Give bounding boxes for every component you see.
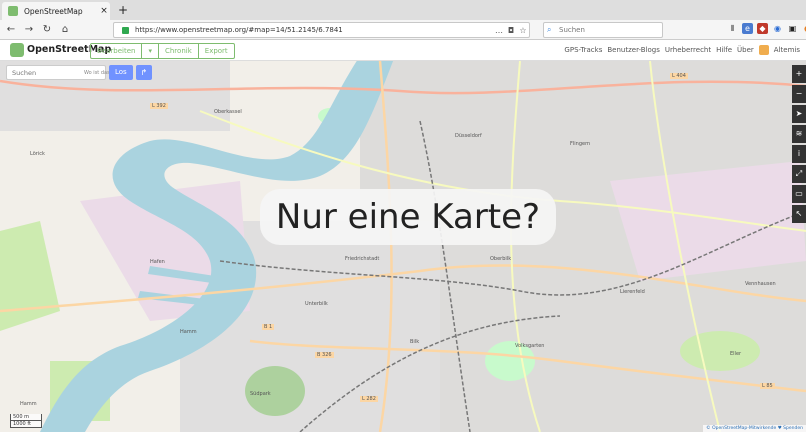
history-button[interactable]: Chronik <box>159 44 199 58</box>
zoom-out-icon[interactable]: − <box>792 85 806 103</box>
scale-metric: 500 m <box>10 414 42 421</box>
map-search-input[interactable] <box>10 67 84 78</box>
map-label: Oberbilk <box>490 256 512 262</box>
map-label: Lörick <box>30 151 45 157</box>
attribution[interactable]: © OpenStreetMap-Mitwirkende ♥ Spenden <box>703 425 806 432</box>
home-icon[interactable]: ⌂ <box>58 23 72 36</box>
locate-icon[interactable]: ➤ <box>792 105 806 123</box>
query-icon[interactable]: ↖ <box>792 205 806 223</box>
map-label: Eller <box>730 351 742 357</box>
back-icon[interactable]: ← <box>4 23 18 36</box>
legend-icon[interactable]: i <box>792 145 806 163</box>
close-tab-icon[interactable]: × <box>98 6 110 16</box>
osm-header: OpenStreetMap Bearbeiten ▾ Chronik Expor… <box>0 40 806 61</box>
reload-icon[interactable]: ↻ <box>40 23 54 36</box>
road-label: L 85 <box>760 383 775 389</box>
road-label: B 1 <box>262 324 275 330</box>
pocket-icon[interactable]: ◘ <box>505 26 517 35</box>
nav-about[interactable]: Über <box>737 46 754 54</box>
browser-search-bar[interactable]: ⌕ <box>543 22 663 38</box>
bookmark-star-icon[interactable]: ☆ <box>517 26 529 35</box>
map-label: Oberkassel <box>214 109 242 115</box>
nav-gps-traces[interactable]: GPS-Tracks <box>564 46 602 54</box>
welcome-banner[interactable]: Nur eine Karte? <box>260 189 556 245</box>
reader-icon[interactable]: ▣ <box>787 23 798 34</box>
more-icon[interactable]: … <box>493 26 505 35</box>
map-label: Unterbilk <box>305 301 328 307</box>
nav-copyright[interactable]: Urheberrecht <box>665 46 711 54</box>
map-search-panel: Wo ist das? Los ↱ <box>6 65 152 80</box>
new-tab-button[interactable]: + <box>116 3 130 17</box>
map-label: Volksgarten <box>515 343 545 349</box>
library-icon[interactable]: ⫴ <box>727 23 738 34</box>
scale-imperial: 1000 ft <box>10 421 42 428</box>
osm-nav-links: GPS-Tracks Benutzer-Blogs Urheberrecht H… <box>564 43 800 57</box>
map-label: Hamm <box>20 401 37 407</box>
tab-title: OpenStreetMap <box>24 6 83 16</box>
map-controls: + − ➤ ≋ i ⤢ ▭ ↖ <box>792 65 806 225</box>
zoom-in-icon[interactable]: + <box>792 65 806 83</box>
firefox-account-icon[interactable]: ● <box>802 23 806 34</box>
toolbar-icons: ⫴ e ◆ ◉ ▣ ● ≡ <box>727 23 806 34</box>
go-button[interactable]: Los <box>109 65 133 80</box>
lock-icon <box>122 26 129 34</box>
map-label: Flingern <box>570 141 591 147</box>
user-avatar[interactable] <box>758 45 769 55</box>
extension-icon[interactable]: e <box>742 23 753 34</box>
nav-help[interactable]: Hilfe <box>716 46 732 54</box>
user-menu[interactable]: Altemis <box>774 46 800 54</box>
url-bar[interactable]: https://www.openstreetmap.org/#map=14/51… <box>113 22 530 38</box>
map-label: Lierenfeld <box>620 289 645 295</box>
road-label: L 404 <box>670 73 688 79</box>
share-icon[interactable]: ⤢ <box>792 165 806 183</box>
map-label: Düsseldorf <box>455 133 482 139</box>
search-icon: ⌕ <box>547 25 552 34</box>
map-label: Bilk <box>410 339 420 345</box>
road-label: L 392 <box>150 103 168 109</box>
nav-user-diaries[interactable]: Benutzer-Blogs <box>607 46 660 54</box>
road-label: L 282 <box>360 396 378 402</box>
privacy-icon[interactable]: ◉ <box>772 23 783 34</box>
map-label: Friedrichstadt <box>345 256 380 262</box>
edit-button-group: Bearbeiten ▾ Chronik Export <box>90 43 235 59</box>
map-label: Vennhausen <box>745 281 776 287</box>
layers-icon[interactable]: ≋ <box>792 125 806 143</box>
map-label: Hafen <box>150 259 165 265</box>
navigation-bar: ← → ↻ ⌂ https://www.openstreetmap.org/#m… <box>0 20 806 40</box>
edit-dropdown-button[interactable]: ▾ <box>142 44 159 58</box>
export-button[interactable]: Export <box>199 44 234 58</box>
osm-logo-icon[interactable] <box>10 43 24 57</box>
road-label: B 326 <box>315 352 334 358</box>
tab-bar: OpenStreetMap × + <box>0 0 806 20</box>
edit-button[interactable]: Bearbeiten <box>91 44 143 58</box>
map-tiles <box>0 61 806 432</box>
map-label: Südpark <box>250 391 271 397</box>
tab-openstreetmap[interactable]: OpenStreetMap × <box>2 2 110 20</box>
osm-favicon-icon <box>8 6 18 16</box>
map-view[interactable]: Oberkassel Hafen Düsseldorf Unterbilk Bi… <box>0 61 806 432</box>
url-text[interactable]: https://www.openstreetmap.org/#map=14/51… <box>135 26 493 34</box>
note-icon[interactable]: ▭ <box>792 185 806 203</box>
scale-bar: 500 m 1000 ft <box>10 414 42 428</box>
directions-icon[interactable]: ↱ <box>135 65 152 80</box>
map-label: Hamm <box>180 329 197 335</box>
browser-search-input[interactable] <box>557 25 651 35</box>
ublock-icon[interactable]: ◆ <box>757 23 768 34</box>
map-search-box[interactable]: Wo ist das? <box>6 65 112 80</box>
forward-icon[interactable]: → <box>22 23 36 36</box>
